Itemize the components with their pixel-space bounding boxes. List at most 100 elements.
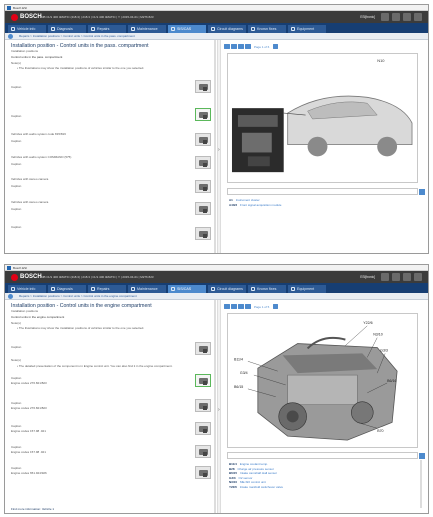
tab-equipment[interactable]: Equipment: [288, 285, 326, 293]
zoom-in-icon[interactable]: [224, 43, 230, 50]
bosch-logo-icon: [11, 273, 18, 281]
tab-sis-cas[interactable]: SIS/CAS: [168, 25, 206, 33]
thumbnail[interactable]: [195, 466, 211, 479]
tools-icon: [171, 27, 175, 31]
zoom-out-icon[interactable]: [231, 303, 237, 310]
thumbnail[interactable]: [195, 342, 211, 355]
back-icon[interactable]: [8, 294, 13, 299]
tools-icon: [171, 287, 175, 291]
tab-vehicle-info[interactable]: Vehicle info: [8, 285, 46, 293]
callout-label: B6/16: [387, 379, 396, 383]
app-icon: [7, 266, 11, 270]
tab-diagnosis[interactable]: Diagnosis: [48, 25, 86, 33]
tab-repairs[interactable]: Repairs: [88, 285, 126, 293]
help-icon[interactable]: [414, 13, 422, 21]
tab-equipment[interactable]: Equipment: [288, 25, 326, 33]
maintenance-icon: [131, 287, 135, 291]
settings-icon[interactable]: [403, 13, 411, 21]
user-label: ESI[tronic]: [360, 275, 375, 279]
thumbnail[interactable]: [195, 422, 211, 435]
viewer-toolbar: Page 1 of 5: [224, 303, 425, 310]
bosch-logo-icon: [11, 13, 18, 21]
scrollbar[interactable]: [214, 40, 216, 253]
prev-page-icon[interactable]: [245, 303, 251, 310]
image-pane: Page 1 of 6 N10 A1 Instrument cluster A4…: [221, 40, 428, 253]
fixes-icon: [251, 287, 255, 291]
illustration-box[interactable]: Y22/6 N3/10 G3/3 B11/4 G3/4 B6/15 B6/16 …: [227, 313, 418, 448]
search-icon[interactable]: [419, 453, 425, 459]
illustration-box[interactable]: N10: [227, 53, 418, 183]
settings-icon[interactable]: [403, 273, 411, 281]
print-icon[interactable]: [392, 273, 400, 281]
legend-item[interactable]: A40/3 Front signal acquisition module: [229, 203, 418, 208]
list-item: Caption: [11, 445, 22, 449]
thumbnail-selected[interactable]: [195, 108, 211, 121]
list-item: Caption: [11, 85, 22, 89]
thumbnail[interactable]: [195, 133, 211, 146]
fit-icon[interactable]: [238, 43, 244, 50]
thumbnail[interactable]: [195, 80, 211, 93]
thumbnail[interactable]: [195, 399, 211, 412]
callout-label: N3/10: [373, 333, 383, 337]
list-item: Caption: [11, 114, 22, 118]
diagnosis-icon: [51, 27, 55, 31]
tab-sis-cas[interactable]: SIS/CAS: [168, 285, 206, 293]
equipment-icon: [291, 27, 295, 31]
legend-search[interactable]: [227, 452, 425, 459]
callout-label: Y22/6: [363, 321, 372, 325]
zoom-out-icon[interactable]: [231, 43, 237, 50]
list-item: Caption: [11, 162, 22, 166]
collapse-icon[interactable]: ›: [218, 407, 220, 413]
car-icon: [11, 27, 15, 31]
legend-list: B11/4 Engine coolant temp. B28 Charge air …: [229, 462, 418, 490]
thumbnail[interactable]: [195, 202, 211, 215]
search-icon[interactable]: [419, 189, 425, 195]
thumbnail[interactable]: [195, 180, 211, 193]
next-page-icon[interactable]: [272, 43, 279, 50]
list-item: Vehicles with stereo camera: [11, 177, 49, 181]
subtitle: Installation positions: [11, 309, 39, 313]
content-area: Installation position - Control units in…: [5, 300, 428, 513]
info-icon[interactable]: [381, 13, 389, 21]
legend-search[interactable]: [227, 188, 425, 195]
list-item: Caption: [11, 345, 22, 349]
car-icon: [11, 287, 15, 291]
main-tabs: Vehicle info Diagnosis Repairs Maintenan…: [5, 283, 428, 293]
zoom-in-icon[interactable]: [224, 303, 230, 310]
note-text: • The illustrations may show the install…: [17, 325, 145, 330]
window-bottom: Bosch ESI BOSCH MB CLS 400 4MATIC (218.3…: [4, 264, 429, 514]
document-nav[interactable]: Repairs > Installation positions > Contr…: [5, 33, 428, 40]
thumbnail[interactable]: [195, 445, 211, 458]
tab-maintenance[interactable]: Maintenance: [128, 285, 166, 293]
collapse-icon[interactable]: ›: [218, 147, 220, 153]
vehicle-breadcrumb[interactable]: MB CLS 400 4MATIC (218.3) | 218.3 | CLS …: [41, 274, 154, 280]
next-page-icon[interactable]: [272, 303, 279, 310]
subtitle: Installation positions: [11, 49, 39, 53]
print-icon[interactable]: [392, 13, 400, 21]
thumbnail[interactable]: [195, 227, 211, 240]
image-pane: Page 1 of 5 Y22/6 N3/10 G3/3 B11/4 G3/4 …: [221, 300, 428, 513]
legend-scrollbar[interactable]: [420, 460, 422, 508]
list-item: Vehicles with audio system COMMAND (575): [11, 155, 72, 159]
tab-known-fixes[interactable]: Known fixes: [248, 285, 286, 293]
tab-known-fixes[interactable]: Known fixes: [248, 25, 286, 33]
prev-page-icon[interactable]: [245, 43, 251, 50]
legend-item[interactable]: Y22/6 Intake manifold switchover valve: [229, 485, 418, 490]
document-nav[interactable]: Repairs > Installation positions > Contr…: [5, 293, 428, 300]
vehicle-breadcrumb[interactable]: MB CLS 400 4MATIC (218.3) | 218.3 | CLS …: [41, 14, 154, 20]
thumbnail-selected[interactable]: [195, 374, 211, 387]
tab-diagnosis[interactable]: Diagnosis: [48, 285, 86, 293]
thumbnail[interactable]: [195, 156, 211, 169]
tab-maintenance[interactable]: Maintenance: [128, 25, 166, 33]
tab-circuit-diagrams[interactable]: Circuit diagrams: [208, 25, 246, 33]
back-icon[interactable]: [8, 34, 13, 39]
tab-circuit-diagrams[interactable]: Circuit diagrams: [208, 285, 246, 293]
fit-icon[interactable]: [238, 303, 244, 310]
tab-vehicle-info[interactable]: Vehicle info: [8, 25, 46, 33]
info-icon[interactable]: [381, 273, 389, 281]
help-icon[interactable]: [414, 273, 422, 281]
list-item: Caption: [11, 139, 22, 143]
tab-repairs[interactable]: Repairs: [88, 25, 126, 33]
scrollbar[interactable]: [214, 300, 216, 513]
footer-link[interactable]: Find more information: Vehicle 1: [11, 507, 213, 511]
